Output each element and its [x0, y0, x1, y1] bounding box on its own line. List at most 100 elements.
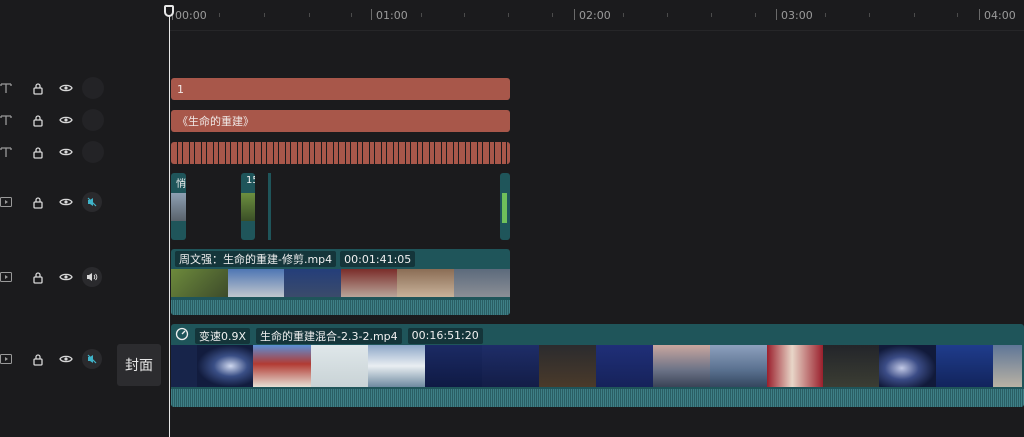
clip-duration: 00:01:41:05: [340, 251, 416, 267]
audio-video-clip[interactable]: 周文强：生命的重建-修剪.mp4 00:01:41:05: [171, 249, 510, 315]
audio-waveform: [171, 300, 510, 315]
video-thumbnail: [241, 193, 255, 221]
thumbnail-strip: [171, 345, 1024, 387]
ruler-tick: [552, 13, 553, 17]
audio-waveform: [171, 389, 1024, 407]
eye-icon[interactable]: [54, 142, 78, 162]
track-header-column: [0, 30, 113, 437]
text-track-icon: [0, 142, 14, 162]
ruler-tick: [623, 13, 624, 17]
ruler-tick: [464, 13, 465, 17]
ruler-tick: [914, 13, 915, 17]
ruler-tick: [776, 9, 777, 20]
track-controls-text-1: [0, 77, 104, 99]
track-controls-text-3: [0, 141, 104, 163]
text-clip-label: 《生命的重建》: [177, 115, 254, 128]
lock-icon[interactable]: [26, 78, 50, 98]
ruler-tick: [219, 13, 220, 17]
text-track-icon: [0, 78, 14, 98]
track-controls-main: [0, 349, 104, 369]
subtitle-clip-strip[interactable]: [171, 142, 510, 164]
mute-icon[interactable]: [82, 349, 102, 369]
clip-title: 生命的重建混合-2.3-2.mp4: [256, 327, 402, 344]
ruler-tick: [667, 13, 668, 17]
ruler-tick: [508, 13, 509, 17]
timeline-ruler[interactable]: 00:00 01:00 02:00 03:00 04:00: [0, 0, 1024, 31]
track-controls-text-2: [0, 109, 104, 131]
ruler-tick: [825, 13, 826, 17]
video-clip-small-2[interactable]: 15: [241, 173, 255, 240]
eye-icon[interactable]: [54, 110, 78, 130]
volume-icon[interactable]: [82, 267, 102, 287]
clip-title: 周文强：生命的重建-修剪.mp4: [175, 251, 337, 267]
ruler-label-4: 04:00: [984, 9, 1016, 22]
ruler-label-3: 03:00: [781, 9, 813, 22]
ruler-label-1: 01:00: [376, 9, 408, 22]
video-thumbnail: [311, 345, 368, 387]
speed-icon: [175, 326, 189, 345]
cover-button[interactable]: 封面: [117, 344, 161, 386]
video-thumbnail: [710, 345, 767, 387]
video-thumbnail: [482, 345, 539, 387]
thumbnail-strip: [171, 269, 510, 297]
video-thumbnail: [397, 269, 454, 297]
lock-icon[interactable]: [26, 142, 50, 162]
ruler-tick: [755, 13, 756, 17]
video-clip-small-1[interactable]: 悄: [171, 173, 186, 240]
video-clip-label: 悄: [176, 179, 186, 190]
text-clip-2[interactable]: 《生命的重建》: [171, 110, 510, 132]
speed-label: 变速0.9X: [195, 327, 251, 344]
video-thumbnail: [993, 345, 1022, 387]
ruler-tick: [869, 13, 870, 17]
video-thumbnail: [197, 345, 253, 387]
video-thumbnail: [879, 345, 936, 387]
lock-icon[interactable]: [26, 192, 50, 212]
main-video-clip[interactable]: 变速0.9X 生命的重建混合-2.3-2.mp4 00:16:51:20: [171, 324, 1024, 407]
playhead-line[interactable]: [169, 14, 170, 437]
ruler-tick: [309, 13, 310, 17]
ruler-label-0: 00:00: [175, 9, 207, 22]
track-controls-video-upper: [0, 192, 104, 212]
text-track-icon: [0, 110, 14, 130]
video-thumbnail: [171, 345, 197, 387]
video-thumbnail: [539, 345, 596, 387]
video-thumbnail: [653, 345, 710, 387]
lock-icon[interactable]: [26, 349, 50, 369]
ruler-tick: [371, 9, 372, 20]
video-thumbnail: [340, 269, 397, 297]
track-extra-slot: [82, 141, 104, 163]
mute-icon[interactable]: [82, 192, 102, 212]
eye-icon[interactable]: [54, 349, 78, 369]
video-thumbnail: [767, 345, 823, 387]
ruler-tick: [574, 9, 575, 20]
video-clip-small-3[interactable]: [500, 173, 510, 240]
lock-icon[interactable]: [26, 267, 50, 287]
video-thumbnail: [823, 345, 879, 387]
ruler-tick: [264, 13, 265, 17]
video-clip-sliver[interactable]: [268, 173, 271, 240]
ruler-tick: [957, 13, 958, 17]
video-track-icon: [0, 349, 14, 369]
clip-duration: 00:16:51:20: [407, 327, 483, 344]
video-thumbnail: [253, 345, 311, 387]
eye-icon[interactable]: [54, 78, 78, 98]
ruler-tick: [351, 13, 352, 17]
lock-icon[interactable]: [26, 110, 50, 130]
video-track-icon: [0, 267, 14, 287]
track-extra-slot: [82, 77, 104, 99]
eye-icon[interactable]: [54, 192, 78, 212]
ruler-tick: [711, 13, 712, 17]
video-thumbnail: [453, 269, 510, 297]
video-thumbnail: [171, 269, 228, 297]
eye-icon[interactable]: [54, 267, 78, 287]
video-thumbnail: [171, 193, 186, 221]
ruler-tick: [979, 9, 980, 20]
video-thumbnail: [936, 345, 993, 387]
ruler-label-2: 02:00: [579, 9, 611, 22]
video-thumbnail: [227, 269, 284, 297]
text-clip-1[interactable]: 1: [171, 78, 510, 100]
track-extra-slot: [82, 109, 104, 131]
video-thumbnail: [502, 193, 507, 223]
playhead-handle[interactable]: [164, 5, 174, 17]
video-thumbnail: [425, 345, 482, 387]
